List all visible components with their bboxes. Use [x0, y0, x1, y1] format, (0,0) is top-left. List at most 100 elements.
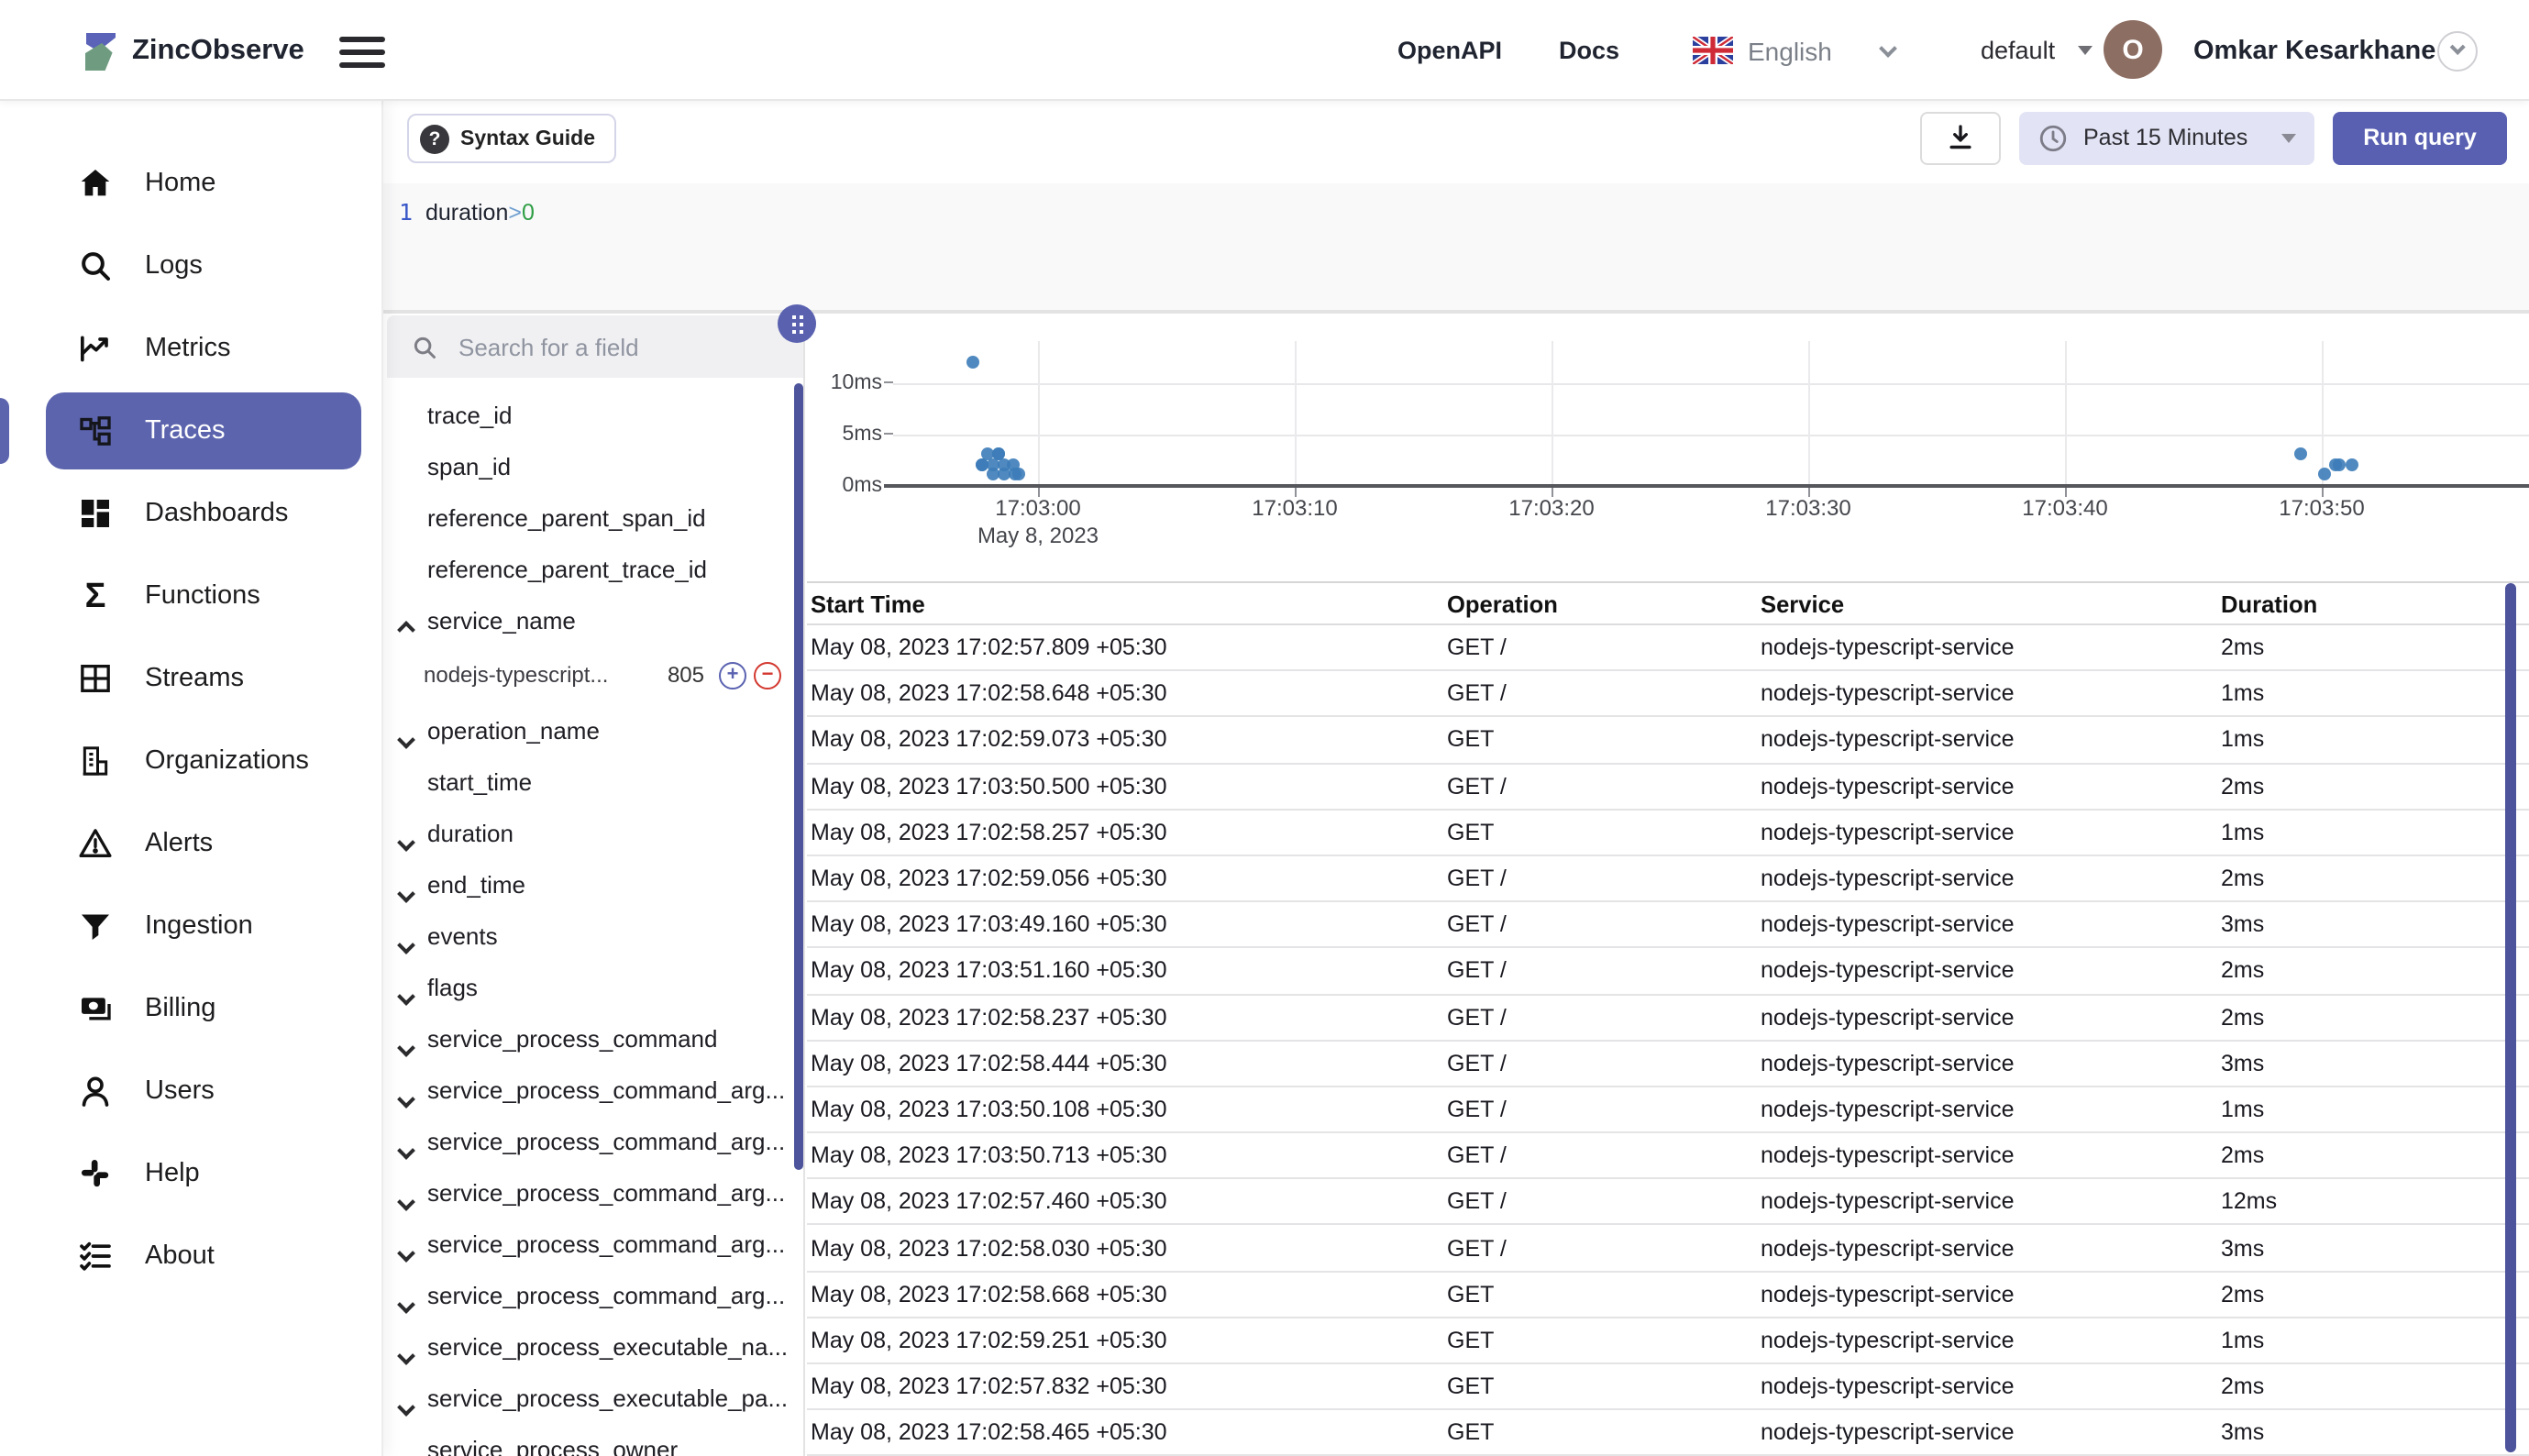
sidebar-item-ingestion[interactable]: Ingestion	[46, 888, 361, 965]
field-search-input[interactable]	[455, 331, 767, 362]
traces-icon	[77, 413, 114, 449]
field-row[interactable]: service_process_command_arg...	[387, 1064, 803, 1115]
table-row[interactable]: May 08, 2023 17:02:57.460 +05:30 GET / n…	[807, 1180, 2529, 1226]
run-query-button[interactable]: Run query	[2333, 111, 2507, 164]
sidebar-item-functions[interactable]: Σ Functions	[46, 557, 361, 634]
field-name: reference_parent_span_id	[427, 503, 706, 531]
table-row[interactable]: May 08, 2023 17:02:58.648 +05:30 GET / n…	[807, 671, 2529, 717]
field-row[interactable]: service_process_command_arg...	[387, 1166, 803, 1218]
field-row[interactable]: operation_name	[387, 704, 803, 756]
organizations-icon	[77, 743, 114, 779]
field-row[interactable]: reference_parent_span_id	[387, 491, 803, 543]
field-row[interactable]: service_process_owner	[387, 1423, 803, 1456]
language-selector[interactable]: English	[1748, 0, 1832, 101]
nav-docs-link[interactable]: Docs	[1559, 0, 1619, 101]
x-axis-tick	[1552, 488, 1553, 497]
chart-date-label: May 8, 2023	[955, 523, 1121, 548]
chevron-down-icon	[397, 1450, 415, 1456]
sidebar-item-metrics[interactable]: Metrics	[46, 310, 361, 387]
field-row[interactable]: start_time	[387, 756, 803, 807]
include-filter-button[interactable]: +	[719, 661, 746, 689]
sidebar-nav: Home Logs Metrics Traces Dashboards Σ Fu…	[0, 101, 383, 1456]
sidebar-item-streams[interactable]: Streams	[46, 640, 361, 717]
org-selector[interactable]: default	[1981, 0, 2055, 101]
syntax-guide-button[interactable]: ? Syntax Guide	[407, 114, 615, 163]
h-gridline	[893, 382, 2529, 384]
table-row[interactable]: May 08, 2023 17:02:59.056 +05:30 GET / n…	[807, 856, 2529, 902]
sidebar-item-users[interactable]: Users	[46, 1053, 361, 1130]
v-gridline	[1295, 341, 1297, 486]
field-row[interactable]: service_process_command_arg...	[387, 1115, 803, 1166]
chevron-down-icon	[397, 1142, 415, 1160]
sidebar-item-organizations[interactable]: Organizations	[46, 722, 361, 800]
app-title[interactable]: ZincObserve	[132, 0, 304, 101]
field-name: service_process_command_arg...	[427, 1178, 785, 1206]
field-row[interactable]: service_process_command_arg...	[387, 1218, 803, 1269]
table-scrollbar[interactable]	[2505, 583, 2515, 1452]
table-row[interactable]: May 08, 2023 17:02:59.073 +05:30 GET nod…	[807, 718, 2529, 764]
sidebar-item-dashboards[interactable]: Dashboards	[46, 475, 361, 552]
user-avatar[interactable]: O	[2104, 20, 2162, 79]
table-row[interactable]: May 08, 2023 17:02:59.251 +05:30 GET nod…	[807, 1318, 2529, 1364]
table-row[interactable]: May 08, 2023 17:02:57.809 +05:30 GET / n…	[807, 625, 2529, 671]
table-row[interactable]: May 08, 2023 17:03:50.500 +05:30 GET / n…	[807, 764, 2529, 810]
cell-duration: 1ms	[2221, 820, 2529, 845]
table-row[interactable]: May 08, 2023 17:02:58.257 +05:30 GET nod…	[807, 811, 2529, 856]
cell-start-time: May 08, 2023 17:02:57.832 +05:30	[811, 1373, 1447, 1399]
table-row[interactable]: May 08, 2023 17:02:58.444 +05:30 GET / n…	[807, 1041, 2529, 1086]
nav-openapi-link[interactable]: OpenAPI	[1397, 0, 1502, 101]
fields-scrollbar[interactable]	[794, 383, 802, 1170]
sidebar-item-alerts[interactable]: Alerts	[46, 805, 361, 882]
org-caret-down-icon[interactable]	[2078, 0, 2093, 101]
user-menu-chevron-down-icon[interactable]	[2437, 30, 2478, 71]
sidebar-item-label: About	[145, 1241, 215, 1271]
clock-icon	[2038, 122, 2069, 153]
table-row[interactable]: May 08, 2023 17:02:57.832 +05:30 GET nod…	[807, 1364, 2529, 1410]
table-row[interactable]: May 08, 2023 17:02:58.237 +05:30 GET / n…	[807, 995, 2529, 1041]
field-row[interactable]: service_process_command	[387, 1012, 803, 1064]
sidebar-item-help[interactable]: Help	[46, 1135, 361, 1212]
field-row[interactable]: span_id	[387, 440, 803, 491]
cell-service: nodejs-typescript-service	[1761, 773, 2221, 799]
app-logo-icon[interactable]	[75, 0, 127, 101]
field-row[interactable]: reference_parent_trace_id	[387, 543, 803, 594]
field-row[interactable]: service_process_executable_na...	[387, 1320, 803, 1372]
field-row[interactable]: service_name	[387, 594, 803, 645]
sidebar-item-logs[interactable]: Logs	[46, 227, 361, 304]
table-row[interactable]: May 08, 2023 17:03:51.160 +05:30 GET / n…	[807, 949, 2529, 995]
field-value-row[interactable]: nodejs-typescript... 805 + −	[387, 645, 803, 704]
v-gridline	[2322, 341, 2324, 486]
chevron-down-icon	[397, 1193, 415, 1211]
scatter-point	[992, 447, 1005, 460]
sidebar-item-about[interactable]: About	[46, 1218, 361, 1295]
download-results-button[interactable]	[1920, 111, 2001, 164]
panel-drag-handle[interactable]	[778, 304, 816, 343]
table-row[interactable]: May 08, 2023 17:03:50.108 +05:30 GET / n…	[807, 1087, 2529, 1133]
cell-duration: 3ms	[2221, 1051, 2529, 1076]
cell-start-time: May 08, 2023 17:02:58.668 +05:30	[811, 1281, 1447, 1307]
cell-operation: GET	[1447, 1328, 1761, 1353]
field-row[interactable]: events	[387, 910, 803, 961]
sidebar-item-home[interactable]: Home	[46, 145, 361, 222]
field-row[interactable]: duration	[387, 807, 803, 858]
field-row[interactable]: flags	[387, 961, 803, 1012]
table-row[interactable]: May 08, 2023 17:02:58.030 +05:30 GET / n…	[807, 1226, 2529, 1272]
menu-toggle-button[interactable]	[339, 37, 385, 68]
field-row[interactable]: service_process_executable_pa...	[387, 1372, 803, 1423]
table-row[interactable]: May 08, 2023 17:02:58.465 +05:30 GET nod…	[807, 1410, 2529, 1456]
query-text: duration>0	[425, 198, 535, 226]
field-search-box[interactable]	[387, 315, 803, 378]
sidebar-item-traces[interactable]: Traces	[46, 392, 361, 469]
field-row[interactable]: end_time	[387, 858, 803, 910]
field-row[interactable]: service_process_command_arg...	[387, 1269, 803, 1320]
time-range-selector[interactable]: Past 15 Minutes	[2019, 111, 2314, 164]
exclude-filter-button[interactable]: −	[754, 661, 781, 689]
sidebar-item-billing[interactable]: Billing	[46, 970, 361, 1047]
cell-operation: GET /	[1447, 958, 1761, 984]
language-chevron-down-icon[interactable]	[1882, 0, 1894, 101]
query-editor[interactable]: 1 duration>0	[383, 183, 2529, 312]
field-row[interactable]: trace_id	[387, 389, 803, 440]
table-row[interactable]: May 08, 2023 17:03:50.713 +05:30 GET / n…	[807, 1133, 2529, 1179]
table-row[interactable]: May 08, 2023 17:02:58.668 +05:30 GET nod…	[807, 1272, 2529, 1318]
table-row[interactable]: May 08, 2023 17:03:49.160 +05:30 GET / n…	[807, 902, 2529, 948]
